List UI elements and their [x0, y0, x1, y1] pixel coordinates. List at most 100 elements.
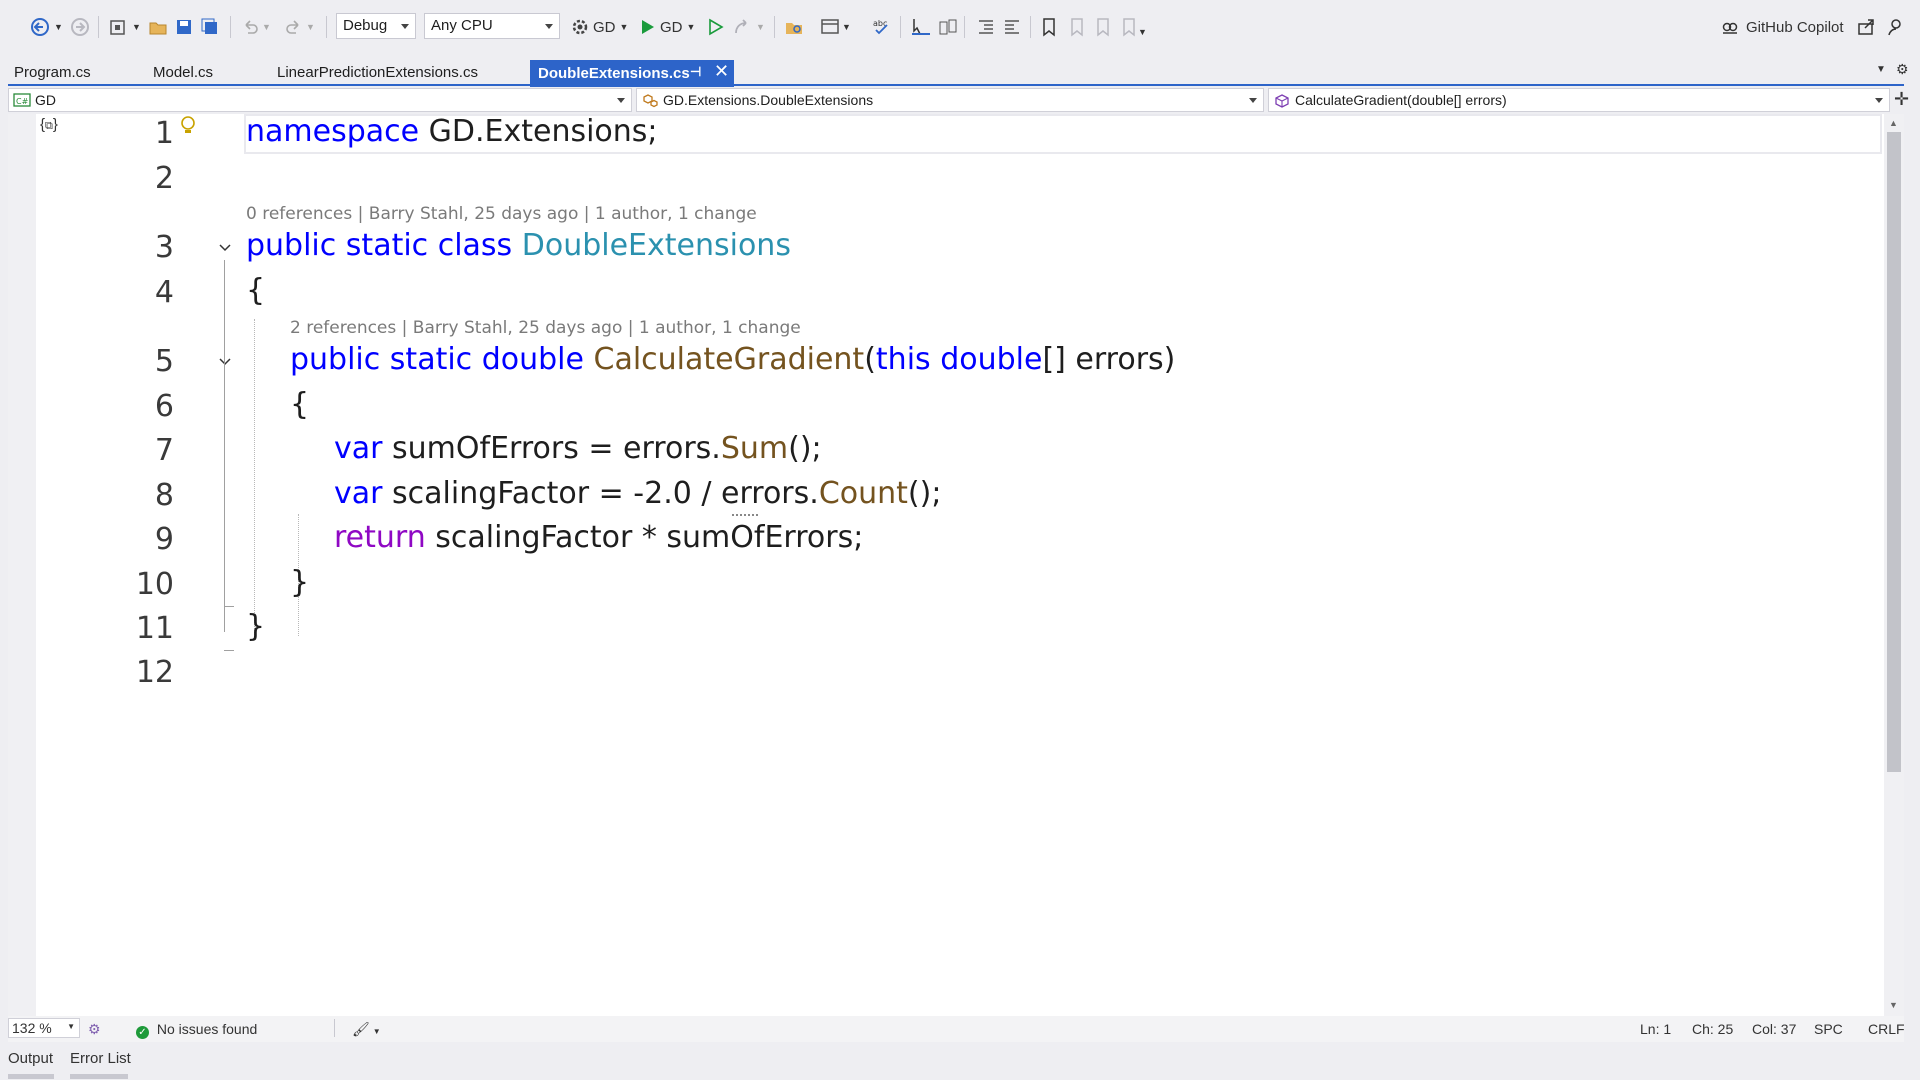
- redo-icon: [286, 20, 299, 34]
- startup-project-label: GD: [593, 18, 616, 36]
- tab-error-list[interactable]: Error List: [70, 1050, 131, 1067]
- clear-bookmarks-button[interactable]: ▼: [1118, 14, 1147, 40]
- tab-model-cs[interactable]: Model.cs: [145, 61, 221, 85]
- configuration-select[interactable]: Debug: [336, 13, 416, 39]
- forward-button[interactable]: [70, 14, 90, 40]
- lightbulb-icon[interactable]: [178, 114, 198, 145]
- play-outline-icon: [709, 18, 724, 36]
- line-number: 12: [135, 655, 174, 690]
- tab-double-extensions-cs[interactable]: DoubleExtensions.cs ⊣ ✕: [530, 60, 734, 87]
- type-dropdown[interactable]: GD.Extensions.DoubleExtensions: [636, 88, 1264, 112]
- indent-button[interactable]: [976, 14, 996, 40]
- pin-icon[interactable]: ⊣: [690, 64, 701, 80]
- outdent-button[interactable]: [1002, 14, 1022, 40]
- code-line-8: var scalingFactor = -2.0 / errors.Count(…: [334, 476, 941, 511]
- hot-reload-icon: [735, 19, 747, 34]
- zoom-select[interactable]: 132 % ▼: [8, 1018, 80, 1038]
- close-tab-icon[interactable]: ✕: [714, 61, 729, 82]
- redo-button[interactable]: ▼: [284, 14, 315, 40]
- issues-text: No issues found: [156, 1021, 258, 1037]
- scroll-down-icon[interactable]: ▼: [1889, 1000, 1898, 1010]
- start-debugging-button[interactable]: GD ▼: [638, 14, 695, 40]
- layout-button[interactable]: ▼: [820, 14, 851, 40]
- step-into-button[interactable]: [910, 14, 932, 40]
- project-dropdown[interactable]: C# GD: [8, 88, 632, 112]
- open-file-button[interactable]: [148, 14, 168, 40]
- column-indicator[interactable]: Col: 37: [1752, 1021, 1796, 1037]
- svg-text:C#: C#: [16, 97, 29, 106]
- save-all-button[interactable]: [200, 14, 220, 40]
- undo-button[interactable]: ▼: [240, 14, 271, 40]
- issues-indicator[interactable]: ✓ No issues found: [136, 1021, 257, 1039]
- bookmark-button[interactable]: [1040, 14, 1058, 40]
- save-icon: [177, 20, 191, 34]
- new-item-icon: [110, 20, 125, 35]
- platform-select[interactable]: Any CPU: [424, 13, 560, 39]
- startup-project-button[interactable]: GD ▼: [570, 14, 628, 40]
- code-cleanup-button[interactable]: 🖌 ▼: [352, 1021, 381, 1038]
- line-indicator[interactable]: Ln: 1: [1640, 1021, 1671, 1037]
- collapse-method-icon[interactable]: [217, 354, 233, 370]
- compare-button[interactable]: [938, 14, 958, 40]
- save-button[interactable]: [174, 14, 194, 40]
- method-token: CalculateGradient: [593, 342, 865, 377]
- split-window-icon[interactable]: ✛: [1894, 89, 1909, 110]
- window-layout-icon: [821, 19, 839, 34]
- run-target-label: GD: [660, 18, 683, 36]
- identifier-token: scalingFactor * sumOfErrors;: [425, 520, 864, 555]
- browse-button[interactable]: [784, 14, 804, 40]
- code-line-6: {: [290, 387, 310, 422]
- member-dropdown[interactable]: CalculateGradient(double[] errors): [1268, 88, 1890, 112]
- codelens-method[interactable]: 2 references | Barry Stahl, 25 days ago …: [290, 318, 801, 338]
- tab-label: LinearPredictionExtensions.cs: [277, 64, 478, 81]
- hot-reload-button[interactable]: ▼: [732, 14, 765, 40]
- undo-icon: [245, 20, 258, 34]
- code-line-1: namespace GD.Extensions;: [246, 114, 658, 149]
- whitespace-indicator[interactable]: SPC: [1814, 1021, 1843, 1037]
- code-editor[interactable]: {⧉} 1 2 3 4 5 6 7 8 9 10 11 12 namespace…: [8, 114, 1884, 1016]
- tab-linear-prediction-extensions-cs[interactable]: LinearPredictionExtensions.cs: [269, 61, 486, 85]
- method-icon: [1273, 93, 1291, 112]
- line-number: 7: [154, 433, 174, 468]
- line-ending-indicator[interactable]: CRLF: [1868, 1021, 1905, 1037]
- selection-margin: [8, 114, 36, 1016]
- spell-check-button[interactable]: abc: [872, 14, 892, 40]
- feedback-button[interactable]: [1886, 14, 1906, 40]
- tab-program-cs[interactable]: Program.cs: [6, 61, 99, 85]
- suggestion-dots: [732, 514, 758, 516]
- vertical-scrollbar[interactable]: ▲ ▼: [1884, 114, 1904, 1016]
- tab-list-dropdown-icon[interactable]: ▼: [1876, 64, 1886, 75]
- type-token: DoubleExtensions: [521, 228, 791, 263]
- copilot-icon: [1722, 22, 1738, 34]
- settings-gear-icon[interactable]: ⚙: [1896, 61, 1909, 78]
- start-without-debugging-button[interactable]: [706, 14, 724, 40]
- back-arrow-icon: [31, 18, 49, 36]
- scroll-up-icon[interactable]: ▲: [1889, 118, 1898, 128]
- line-number: 8: [154, 478, 174, 513]
- health-icon[interactable]: ⚙: [88, 1021, 101, 1038]
- keyword-token: public static class: [246, 228, 513, 263]
- prev-bookmark-button[interactable]: [1066, 14, 1086, 40]
- collapse-class-icon[interactable]: [217, 240, 233, 256]
- identifier-token: GD.Extensions;: [419, 114, 658, 149]
- indent-guide: [254, 319, 255, 635]
- type-dropdown-value: GD.Extensions.DoubleExtensions: [663, 92, 874, 108]
- keyword-token: this double: [875, 342, 1043, 377]
- codelens-class[interactable]: 0 references | Barry Stahl, 25 days ago …: [246, 204, 757, 224]
- code-line-3: public static class DoubleExtensions: [246, 228, 791, 263]
- share-button[interactable]: [1856, 14, 1876, 40]
- back-button[interactable]: ▼: [30, 14, 63, 40]
- document-tab-strip: Program.cs Model.cs LinearPredictionExte…: [0, 56, 1920, 87]
- char-indicator[interactable]: Ch: 25: [1692, 1021, 1733, 1037]
- bookmark-next-icon: [1097, 18, 1109, 37]
- new-project-button[interactable]: ▼: [108, 14, 141, 40]
- github-copilot-button[interactable]: GitHub Copilot: [1720, 14, 1844, 40]
- tab-output[interactable]: Output: [8, 1050, 53, 1067]
- line-number: 6: [154, 389, 174, 424]
- project-dropdown-value: GD: [35, 92, 56, 108]
- scrollbar-thumb[interactable]: [1887, 132, 1901, 772]
- compare-files-icon: [939, 19, 957, 35]
- class-icon: [641, 93, 659, 112]
- member-dropdown-value: CalculateGradient(double[] errors): [1295, 92, 1507, 108]
- next-bookmark-button[interactable]: [1092, 14, 1112, 40]
